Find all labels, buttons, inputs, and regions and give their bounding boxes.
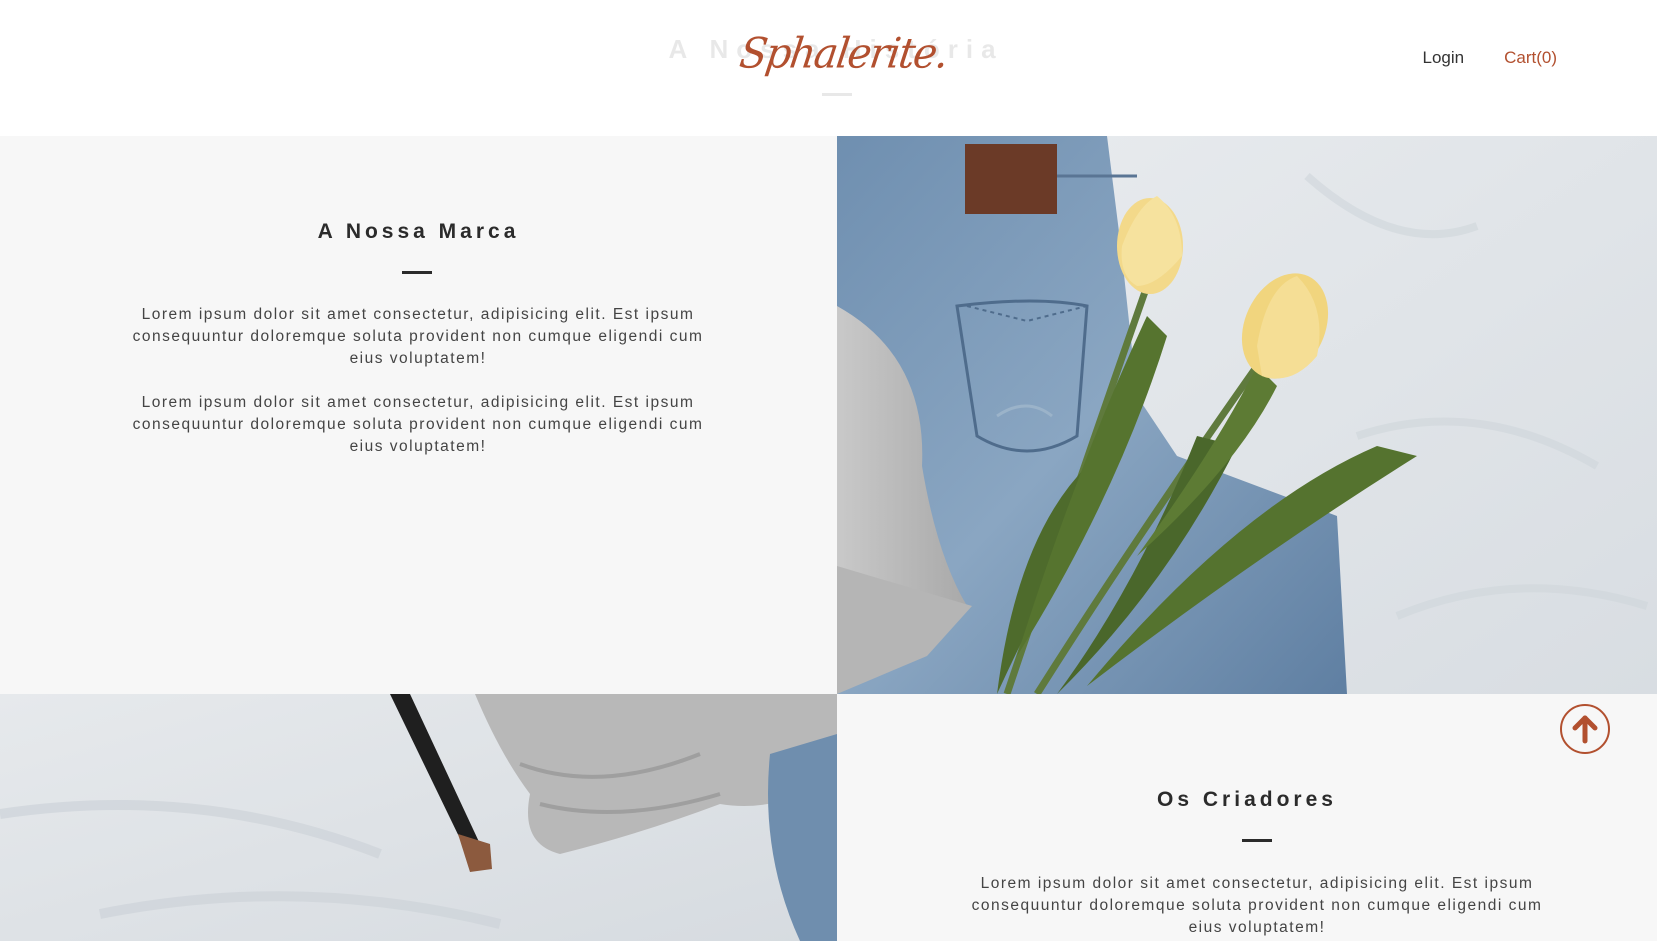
belt-sweater-photo [0, 694, 837, 941]
creators-paragraph-1: Lorem ipsum dolor sit amet consectetur, … [971, 875, 1543, 936]
main-nav: Login Cart(0) [1422, 48, 1557, 68]
login-link[interactable]: Login [1422, 48, 1464, 68]
ghost-title-divider [822, 93, 852, 96]
brand-paragraph-2: Lorem ipsum dolor sit amet consectetur, … [132, 394, 704, 455]
brand-title: A Nossa Marca [317, 220, 520, 243]
brand-logo[interactable]: Sphalerite. [736, 23, 951, 86]
brand-paragraph-1: Lorem ipsum dolor sit amet consectetur, … [132, 306, 704, 367]
site-header: A Nossa História Sphalerite. Login Cart(… [0, 0, 1657, 136]
brand-title-divider [402, 271, 432, 274]
arrow-up-icon [1572, 715, 1598, 744]
jeans-tulips-photo [837, 136, 1657, 694]
creators-title-divider [1242, 839, 1272, 842]
scroll-to-top-button[interactable] [1560, 704, 1610, 754]
creators-title: Os Criadores [1157, 788, 1337, 811]
cart-link[interactable]: Cart(0) [1504, 48, 1557, 68]
